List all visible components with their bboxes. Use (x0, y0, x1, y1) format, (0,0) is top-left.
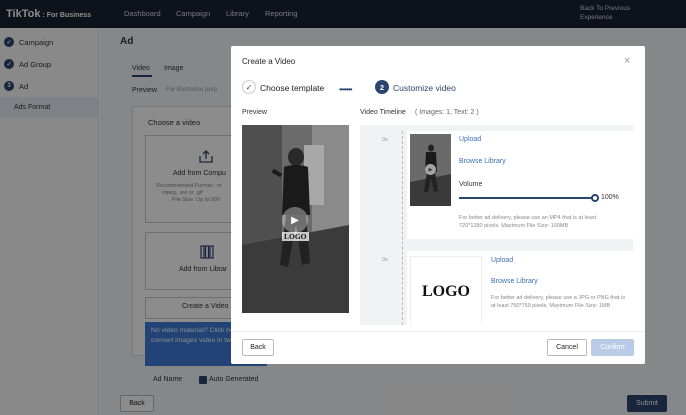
preview-heading: Preview (242, 109, 267, 116)
step-customize-video: Customize video (393, 83, 456, 93)
logo-image-thumbnail[interactable]: LOGO (410, 256, 482, 325)
step-complete-check-icon: ✓ (242, 80, 256, 94)
confirm-button[interactable]: Confirm (591, 339, 634, 356)
step-choose-template[interactable]: Choose template (260, 83, 324, 93)
create-video-modal: Create a Video × ✓ Choose template •••••… (231, 46, 645, 364)
video-preview-player[interactable]: ▶ LOGO (242, 125, 349, 313)
timeline-time-label: 0s (382, 137, 388, 143)
modal-footer-divider (231, 331, 645, 332)
timeline-axis (402, 131, 403, 325)
browse-library-link[interactable]: Browse Library (459, 158, 506, 165)
volume-percentage: 100% (601, 194, 619, 201)
timeline-time-label: 0s (382, 257, 388, 263)
volume-slider-track[interactable] (459, 197, 595, 199)
upload-image-link[interactable]: Upload (491, 257, 513, 264)
modal-title: Create a Video (242, 57, 296, 66)
upload-video-link[interactable]: Upload (459, 136, 481, 143)
video-upload-hint: For better ad delivery, please use an MP… (459, 215, 597, 229)
timeline-heading: Video Timeline (360, 109, 406, 116)
timeline-video-card: ▶ Upload Browse Library Volume 100% For … (407, 131, 633, 239)
timeline-image-card: LOGO Upload Browse Library For better ad… (407, 251, 633, 325)
close-icon[interactable]: × (624, 55, 630, 67)
play-icon: ▶ (425, 164, 436, 175)
step-number-badge: 2 (375, 80, 389, 94)
volume-slider-knob[interactable] (591, 194, 599, 202)
video-thumbnail[interactable]: ▶ (410, 134, 451, 206)
back-button[interactable]: Back (242, 339, 274, 356)
preview-logo-overlay: LOGO (282, 232, 309, 241)
video-timeline: 0s ▶ Upload Browse Library Volume 100% F… (360, 125, 633, 325)
browse-library-link[interactable]: Browse Library (491, 278, 538, 285)
image-upload-hint: For better ad delivery, please use a JPG… (491, 295, 626, 309)
cancel-button[interactable]: Cancel (547, 339, 587, 356)
timeline-counts: ( Images: 1, Text: 2 ) (415, 109, 479, 116)
play-icon[interactable]: ▶ (282, 207, 308, 233)
step-connector: ••••••• (339, 85, 353, 94)
volume-label: Volume (459, 181, 483, 188)
